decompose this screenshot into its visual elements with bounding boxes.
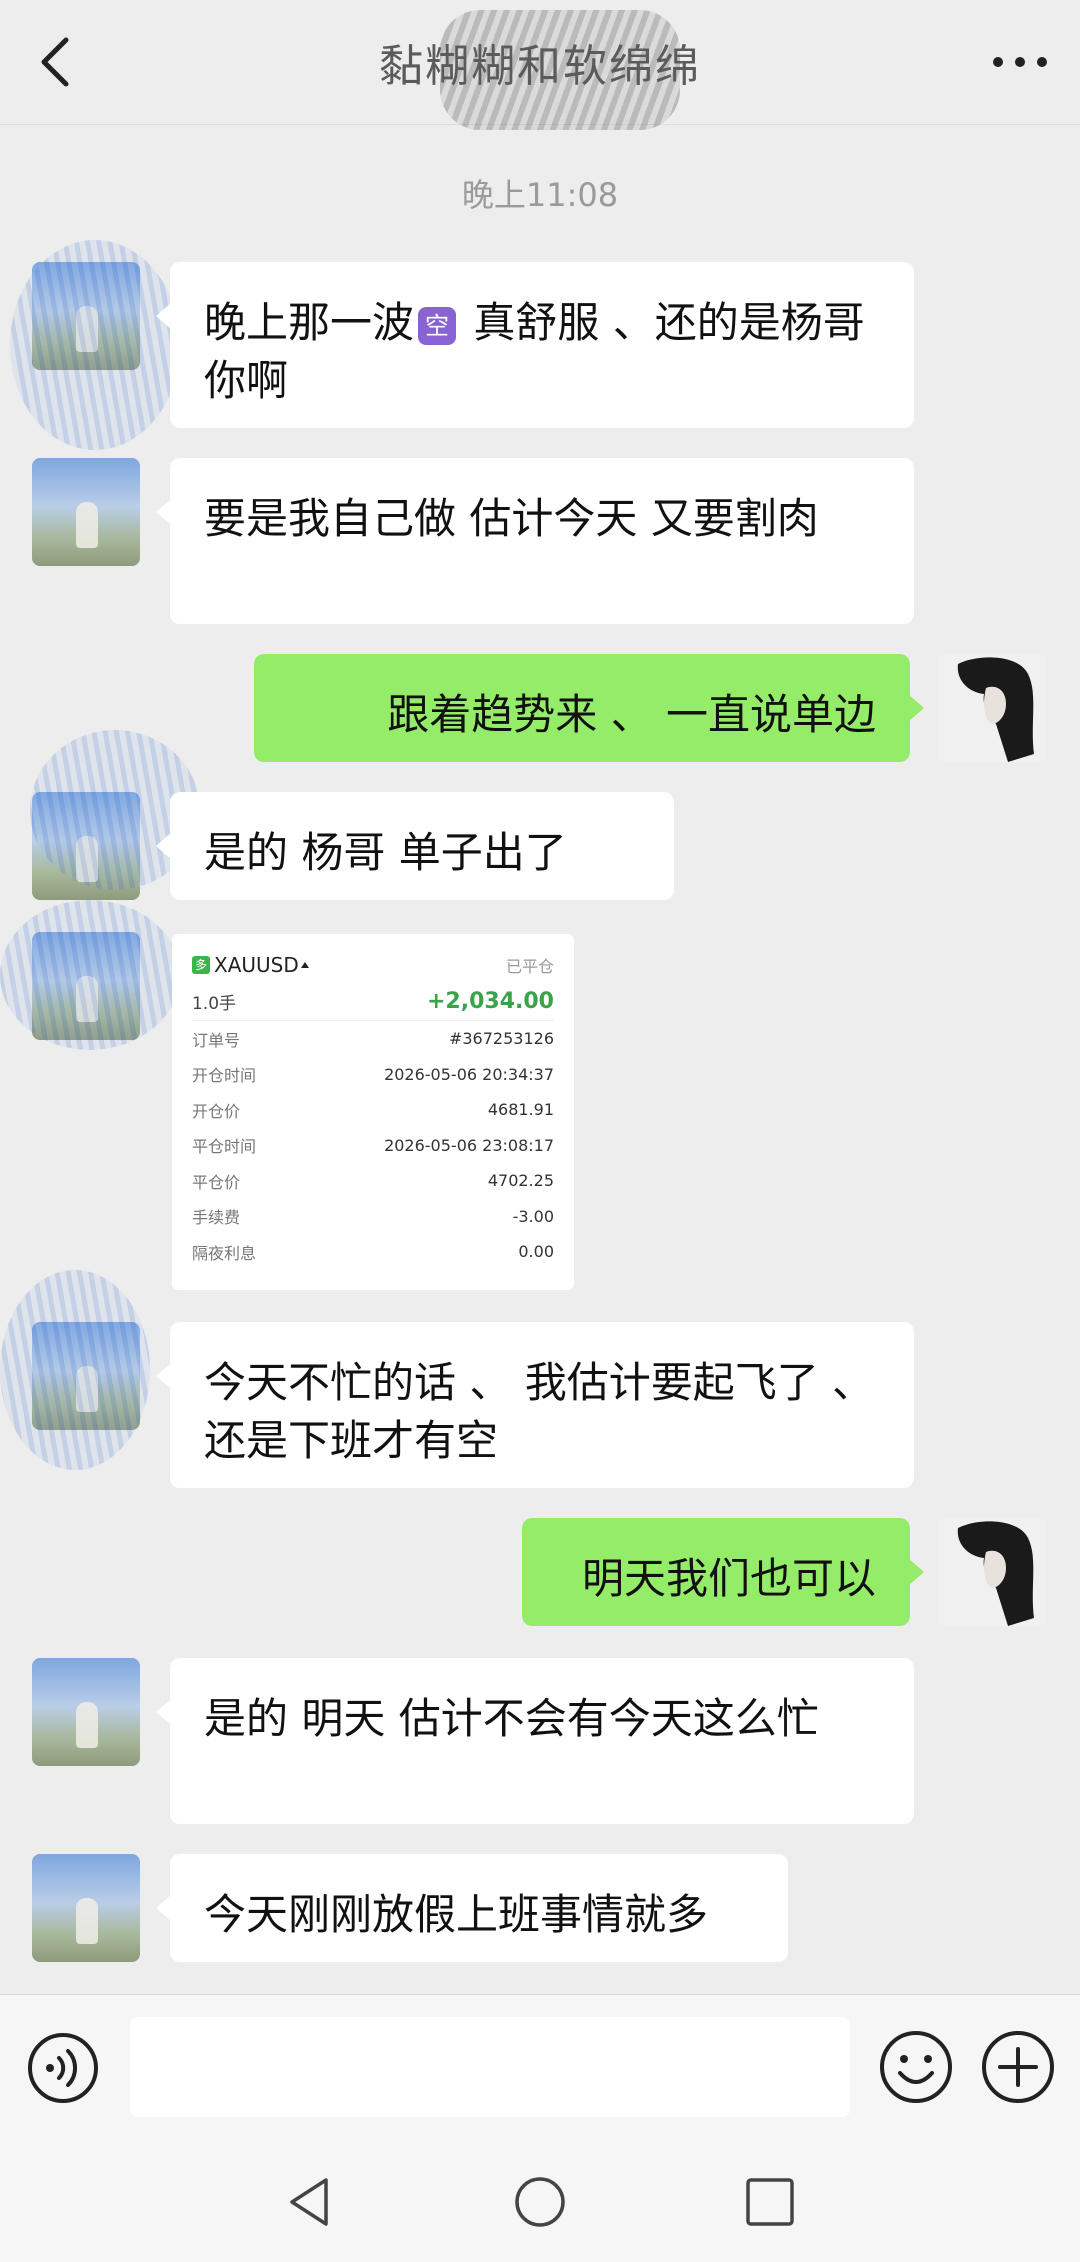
nav-back-icon[interactable] <box>282 2174 338 2230</box>
plus-icon[interactable] <box>980 2029 1056 2105</box>
message-bubble[interactable]: 明天我们也可以 <box>522 1518 924 1626</box>
trade-row: 手续费 -3.00 <box>192 1199 554 1235</box>
trade-row: 隔夜利息 0.00 <box>192 1234 554 1270</box>
trade-row-value: 2026-05-06 20:34:37 <box>384 1064 554 1084</box>
avatar[interactable] <box>938 1518 1046 1626</box>
more-dots-icon[interactable] <box>990 50 1050 74</box>
message-bubble[interactable]: 今天不忙的话 、 我估计要起飞了 、 还是下班才有空 <box>156 1322 914 1488</box>
trade-row-label: 手续费 <box>192 1208 241 1228</box>
trade-row-value: 4681.91 <box>487 1100 554 1120</box>
message-text: 晚上那一波 <box>204 298 415 347</box>
message-bubble[interactable]: 要是我自己做 估计今天 又要割肉 <box>156 458 914 624</box>
caret-up-icon <box>300 962 309 968</box>
avatar[interactable] <box>32 1658 140 1766</box>
avatar[interactable] <box>32 1854 140 1962</box>
message-text: 跟着趋势来 、 一直说单边 <box>387 690 876 739</box>
chat-header: 黏糊糊和软绵绵 <box>0 0 1080 130</box>
trade-row-value: 4702.25 <box>487 1171 554 1191</box>
system-nav-bar <box>0 2136 1080 2262</box>
avatar[interactable] <box>938 654 1046 762</box>
scribble-mark <box>0 900 180 1050</box>
trade-screenshot-card[interactable]: 多 XAUUSD 已平仓 1.0手 +2,034.00 订单号 #36725312… <box>172 934 574 1290</box>
message-text: 今天刚刚放假上班事情就多 <box>204 1890 709 1939</box>
trade-symbol: XAUUSD <box>214 953 299 977</box>
trade-row-value: 0.00 <box>518 1242 554 1262</box>
scribble-mark <box>10 240 180 450</box>
trade-row-label: 开仓价 <box>192 1101 241 1121</box>
message-bubble[interactable]: 今天刚刚放假上班事情就多 <box>156 1854 788 1962</box>
trade-row-label: 开仓时间 <box>192 1066 257 1086</box>
trade-row-label: 隔夜利息 <box>192 1243 257 1263</box>
message-text: 是的 明天 估计不会有今天这么忙 <box>204 1694 819 1743</box>
trade-row: 开仓时间 2026-05-06 20:34:37 <box>192 1057 554 1093</box>
message-text: 明天我们也可以 <box>581 1554 876 1603</box>
nav-home-icon[interactable] <box>512 2174 568 2230</box>
trade-row-label: 订单号 <box>192 1030 241 1050</box>
trade-row-label: 平仓价 <box>192 1172 241 1192</box>
message-text: 今天不忙的话 、 我估计要起飞了 、 还是下班才有空 <box>204 1358 875 1465</box>
message-text: 要是我自己做 估计今天 又要割肉 <box>204 494 819 543</box>
message-bubble[interactable]: 是的 杨哥 单子出了 <box>156 792 674 900</box>
emoji-icon: 空 <box>418 306 457 345</box>
trade-row-value: -3.00 <box>512 1206 554 1226</box>
trade-row: 平仓时间 2026-05-06 23:08:17 <box>192 1128 554 1164</box>
trade-profit: +2,034.00 <box>427 988 554 1014</box>
nav-recents-icon[interactable] <box>742 2174 798 2230</box>
timestamp: 晚上11:08 <box>461 176 619 214</box>
trade-row-value: 2026-05-06 23:08:17 <box>384 1135 554 1155</box>
trade-row-value: #367253126 <box>448 1029 554 1049</box>
message-bubble[interactable]: 晚上那一波空 真舒服 、还的是杨哥你啊 <box>156 262 914 428</box>
trade-row-label: 平仓时间 <box>192 1137 257 1157</box>
trade-row: 平仓价 4702.25 <box>192 1163 554 1199</box>
trade-status: 已平仓 <box>505 957 554 976</box>
trade-lots: 1.0手 <box>192 993 237 1014</box>
message-text: 是的 杨哥 单子出了 <box>204 828 567 877</box>
message-input[interactable] <box>130 2017 850 2117</box>
broker-logo-icon: 多 <box>192 956 210 974</box>
scribble-mark <box>0 1270 150 1470</box>
message-bubble[interactable]: 跟着趋势来 、 一直说单边 <box>254 654 924 762</box>
trade-row: 订单号 #367253126 <box>192 1021 554 1057</box>
smiley-icon[interactable] <box>878 2029 954 2105</box>
message-bubble[interactable]: 是的 明天 估计不会有今天这么忙 <box>156 1658 914 1824</box>
avatar[interactable] <box>32 458 140 566</box>
chat-title: 黏糊糊和软绵绵 <box>379 41 701 92</box>
voice-icon[interactable] <box>26 2031 100 2105</box>
input-bar <box>0 1994 1080 2137</box>
trade-row: 开仓价 4681.91 <box>192 1092 554 1128</box>
